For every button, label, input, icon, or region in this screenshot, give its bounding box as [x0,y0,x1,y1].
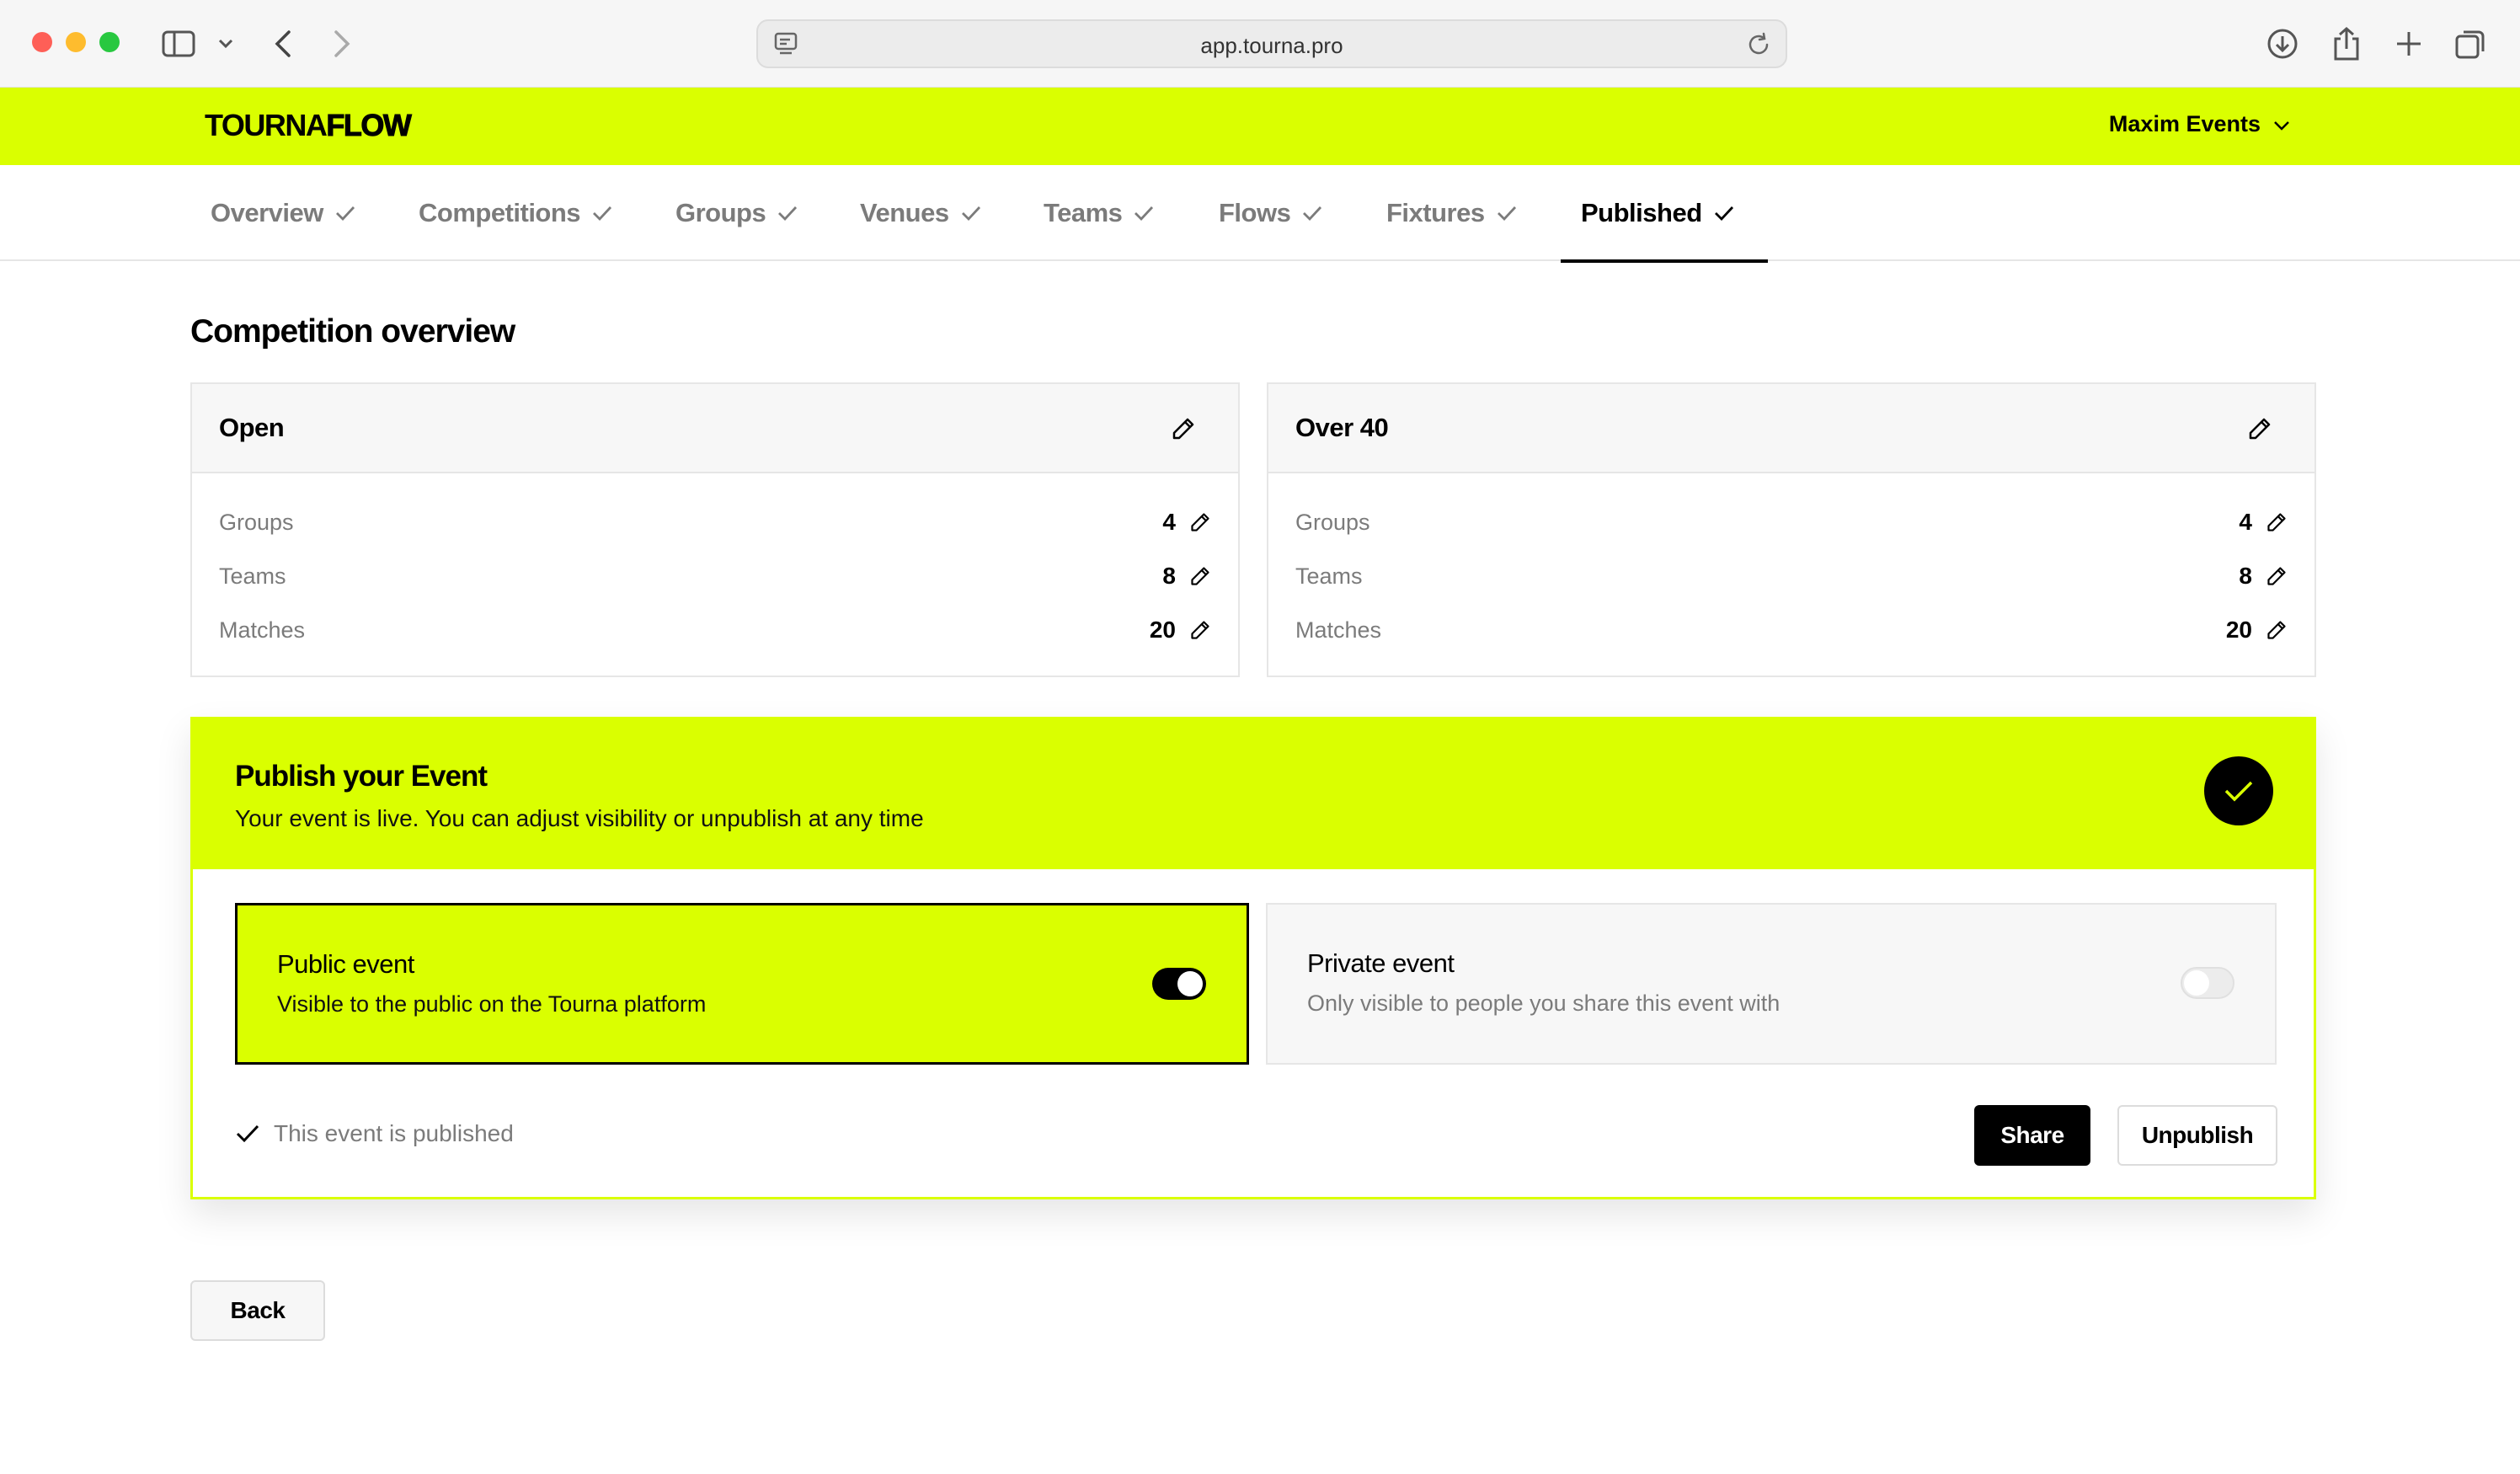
url-text: app.tourna.pro [1200,33,1343,58]
stat-label: Matches [1295,617,1382,643]
tab-overview[interactable]: Overview [211,165,355,261]
publish-subtitle: Your event is live. You can adjust visib… [235,805,924,831]
share-icon[interactable] [2328,25,2365,62]
publish-status: This event is published [235,1120,514,1147]
tab-label: Competitions [419,198,581,227]
tab-competitions[interactable]: Competitions [419,165,612,261]
stat-value: 8 [1162,563,1176,589]
check-icon [1135,206,1154,221]
competition-name: Open [219,413,285,442]
tab-groups[interactable]: Groups [675,165,798,261]
tab-teams[interactable]: Teams [1044,165,1154,261]
tab-label: Fixtures [1386,198,1485,227]
tabs-overview-icon[interactable] [2453,25,2490,62]
check-icon [335,206,355,221]
competition-card-open: Open Groups 4 Teams 8 Matches 20 [190,382,1240,677]
stat-row-matches: Matches 20 [1295,613,2288,647]
tab-label: Groups [675,198,766,227]
tab-label: Flows [1219,198,1291,227]
tab-published[interactable]: Published [1561,165,1768,263]
edit-icon[interactable] [2266,619,2288,641]
new-tab-icon[interactable] [2390,25,2427,62]
private-event-toggle[interactable] [2181,967,2234,999]
forward-arrow-icon[interactable] [323,25,360,62]
option-description: Visible to the public on the Tourna plat… [277,991,707,1017]
check-icon [236,1124,259,1143]
stat-row-teams: Teams 8 [219,559,1211,593]
edit-icon[interactable] [1189,565,1211,587]
edit-icon[interactable] [1189,511,1211,533]
account-name: Maxim Events [2108,111,2261,136]
app-header: TOURNAFLOW Maxim Events [0,88,2520,165]
tab-label: Published [1581,198,1702,227]
unpublish-button[interactable]: Unpublish [2117,1105,2277,1166]
sidebar-icon[interactable] [160,25,197,62]
edit-icon[interactable] [2266,565,2288,587]
option-description: Only visible to people you share this ev… [1307,991,1781,1016]
edit-icon[interactable] [1189,619,1211,641]
check-icon [593,206,612,221]
tab-label: Venues [860,198,949,227]
stat-value: 8 [2239,563,2252,589]
address-bar[interactable]: app.tourna.pro [756,19,1787,68]
minimize-window-button[interactable] [66,32,86,52]
stat-label: Groups [219,509,294,535]
stat-value: 4 [2239,509,2252,535]
account-menu[interactable]: Maxim Events [2109,111,2291,137]
stat-value: 20 [2225,617,2252,643]
tab-label: Teams [1044,198,1123,227]
tab-venues[interactable]: Venues [860,165,981,261]
edit-icon[interactable] [2247,416,2272,446]
stat-label: Teams [219,563,286,589]
status-text: This event is published [274,1120,514,1146]
tab-fixtures[interactable]: Fixtures [1386,165,1517,261]
check-icon [1714,206,1733,221]
close-window-button[interactable] [32,32,52,52]
stat-row-matches: Matches 20 [219,613,1211,647]
tournaflow-logo[interactable]: TOURNAFLOW [205,108,412,143]
published-check-icon [2204,756,2273,825]
chevron-down-icon [2272,111,2291,137]
competition-card-over-40: Over 40 Groups 4 Teams 8 Matches 20 [1267,382,2316,677]
option-title: Private event [1307,948,1455,978]
stat-row-teams: Teams 8 [1295,559,2288,593]
maximize-window-button[interactable] [99,32,120,52]
stat-row-groups: Groups 4 [1295,505,2288,539]
competition-card-header: Open [192,384,1238,473]
check-icon [961,206,980,221]
share-button[interactable]: Share [1974,1105,2090,1166]
reload-icon[interactable] [1745,31,1772,62]
chevron-down-icon[interactable] [209,25,243,62]
check-icon [778,206,798,221]
download-icon[interactable] [2264,25,2301,62]
stat-label: Teams [1295,563,1363,589]
private-event-option[interactable]: Private event Only visible to people you… [1266,903,2277,1065]
back-arrow-icon[interactable] [264,25,302,62]
tab-label: Overview [211,198,323,227]
stat-label: Matches [219,617,306,643]
edit-icon[interactable] [2266,511,2288,533]
tab-flows[interactable]: Flows [1219,165,1322,261]
publish-title: Publish your Event [235,760,488,793]
stat-value: 20 [1149,617,1176,643]
page-title: Competition overview [190,313,515,350]
option-title: Public event [277,949,414,979]
public-event-option[interactable]: Public event Visible to the public on th… [235,903,1249,1065]
check-icon [1497,206,1516,221]
publish-panel-header: Publish your Event Your event is live. Y… [193,719,2314,869]
step-tabs: Overview Competitions Groups Venues Team… [0,165,2520,263]
stat-row-groups: Groups 4 [219,505,1211,539]
browser-toolbar: app.tourna.pro [0,0,2520,88]
logo-light-text: FLOW [326,108,412,143]
stat-value: 4 [1162,509,1176,535]
publish-panel: Publish your Event Your event is live. Y… [190,717,2316,1199]
edit-icon[interactable] [1171,416,1196,446]
stat-label: Groups [1295,509,1370,535]
logo-bold-text: TOURNA [205,108,328,142]
public-event-toggle[interactable] [1152,968,1206,1000]
back-button[interactable]: Back [190,1280,325,1341]
check-icon [1303,206,1322,221]
competition-card-header: Over 40 [1268,384,2314,473]
competition-name: Over 40 [1295,413,1389,442]
